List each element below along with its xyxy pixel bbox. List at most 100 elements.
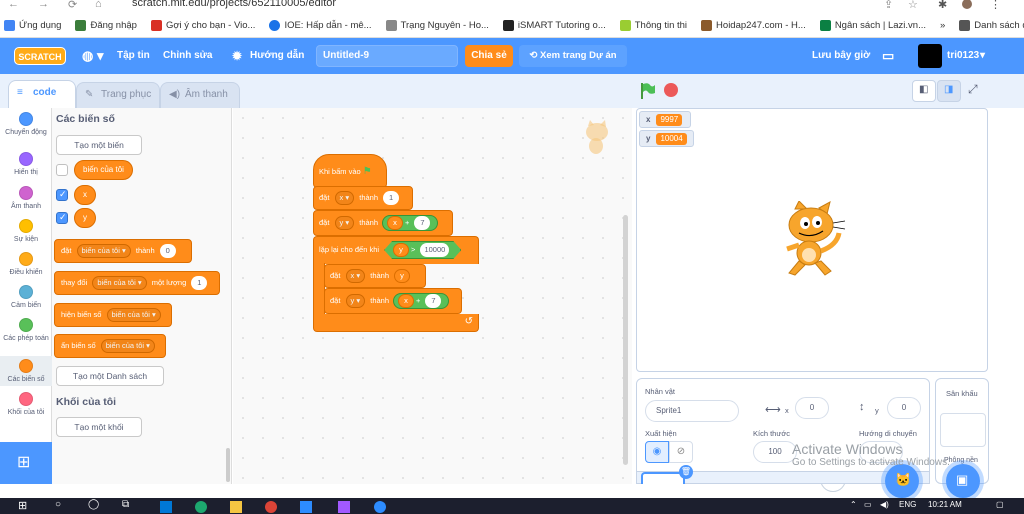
browser-address-bar[interactable]: ← → ⟳ ⌂ scratch.mit.edu/projects/6521100… — [0, 0, 1024, 13]
delete-sprite-icon[interactable]: 🗑 — [679, 465, 693, 479]
set-x-value[interactable]: 1 — [383, 191, 400, 205]
clock[interactable]: 10:21 AM — [928, 500, 962, 509]
network-icon[interactable]: ▭ — [864, 500, 872, 509]
file-explorer-icon[interactable] — [230, 501, 242, 513]
limit-value[interactable]: 10000 — [420, 243, 449, 257]
script-area[interactable]: Khi bấm vào ⚑ đặt x ▾ thành 1 đặt y ▾ th… — [233, 108, 846, 492]
repeat-until-block[interactable]: lặp lại cho đến khi y > 10000 — [313, 236, 479, 264]
star-icon[interactable]: ☆ — [908, 0, 918, 11]
bookmarks-overflow[interactable]: » — [940, 20, 945, 31]
when-flag-clicked-block[interactable]: Khi bấm vào ⚑ — [313, 154, 387, 188]
tab-sounds[interactable]: ◀) Âm thanh — [160, 82, 240, 108]
bookmark-trang-nguyen[interactable]: Trạng Nguyên - Ho... — [385, 19, 489, 31]
home-icon[interactable]: ⌂ — [95, 0, 102, 10]
reload-icon[interactable]: ⟳ — [68, 0, 77, 11]
show-variable-block[interactable]: hiện biến số biến của tôi ▾ — [54, 303, 172, 327]
set-value-input[interactable]: 0 — [159, 244, 176, 258]
cat-sprite[interactable] — [775, 201, 851, 281]
variable-dropdown[interactable]: biến của tôi ▾ — [100, 339, 155, 353]
variable-dropdown[interactable]: biến của tôi ▾ — [92, 276, 147, 290]
store-icon[interactable] — [160, 501, 172, 513]
notifications-icon[interactable]: ▢ — [996, 500, 1004, 509]
see-project-page-button[interactable]: ⟲ Xem trang Dự án — [519, 45, 627, 67]
task-view-icon[interactable]: ⧉ — [122, 499, 129, 510]
inner-set-y-block[interactable]: đặt y ▾ thành x + 7 — [324, 288, 462, 314]
category-sound[interactable]: Âm thanh — [0, 186, 52, 211]
y-reporter[interactable]: y — [393, 243, 409, 257]
language-globe-icon[interactable]: ◍ ▾ — [82, 38, 103, 74]
x-variable-checkbox[interactable] — [56, 189, 68, 201]
monitor-x[interactable]: x 9997 — [639, 111, 691, 128]
profile-avatar[interactable] — [962, 0, 972, 9]
bookmark-reading-list[interactable]: Danh sách đọc — [959, 19, 1024, 31]
set-x-block[interactable]: đặt x ▾ thành 1 — [313, 186, 413, 210]
tray-chevron-icon[interactable]: ⌃ — [850, 500, 857, 509]
share-page-icon[interactable]: ⇪ — [884, 0, 893, 11]
fullscreen-icon[interactable]: ⤢ — [968, 82, 978, 97]
x-variable-reporter[interactable]: x — [74, 185, 96, 205]
extensions-icon[interactable]: ✱ — [938, 0, 947, 11]
category-motion[interactable]: Chuyển động — [0, 112, 52, 137]
add-value[interactable]: 7 — [425, 294, 442, 308]
add-value[interactable]: 7 — [414, 216, 431, 230]
url-text[interactable]: scratch.mit.edu/projects/652110005/edito… — [132, 0, 336, 9]
zoom-app-icon[interactable] — [300, 501, 312, 513]
y-reporter[interactable]: y — [394, 269, 410, 283]
script-scrollbar[interactable] — [623, 215, 628, 465]
windows-start-icon[interactable]: ⊞ — [18, 499, 27, 512]
choose-backdrop-button[interactable]: ▣ — [946, 464, 980, 498]
sprite-name-input[interactable]: Sprite1 — [645, 400, 739, 422]
stage-canvas[interactable] — [636, 108, 988, 372]
choose-sprite-button[interactable]: 🐱 — [885, 464, 919, 498]
language-indicator[interactable]: ENG — [899, 500, 916, 509]
category-my-blocks[interactable]: Khối của tôi — [0, 392, 52, 417]
size-input[interactable]: 100 — [753, 441, 797, 463]
search-icon[interactable]: ○ — [55, 499, 61, 510]
save-now-button[interactable]: Lưu bây giờ — [812, 38, 870, 74]
set-y-block[interactable]: đặt y ▾ thành x + 7 — [313, 210, 453, 236]
normal-stage-button[interactable]: ◨ — [937, 80, 961, 102]
project-title-input[interactable]: Untitled-9 — [316, 45, 458, 67]
category-events[interactable]: Sự kiện — [0, 219, 52, 244]
folder-icon[interactable]: ▭ — [882, 38, 894, 74]
stop-icon[interactable] — [664, 83, 678, 97]
bookmark-apps[interactable]: Ứng dụng — [4, 19, 61, 31]
edit-menu[interactable]: Chỉnh sửa — [163, 38, 212, 74]
y-variable-checkbox[interactable] — [56, 212, 68, 224]
username-menu[interactable]: tri0123 — [947, 38, 979, 74]
bookmark-lazi[interactable]: Ngân sách | Lazi.vn... — [819, 19, 926, 31]
app-icon[interactable] — [338, 501, 350, 513]
variable-dropdown[interactable]: y ▾ — [334, 216, 355, 230]
category-looks[interactable]: Hiển thị — [0, 152, 52, 177]
bookmark-hoidap247[interactable]: Hoidap247.com - H... — [701, 19, 806, 31]
bookmark-login[interactable]: Đăng nhập — [75, 19, 137, 31]
add-extension-button[interactable]: ⊞ — [0, 442, 52, 484]
my-variable-checkbox[interactable] — [56, 164, 68, 176]
add-operator[interactable]: x + 7 — [382, 215, 439, 231]
my-variable-reporter[interactable]: biến của tôi — [74, 160, 133, 180]
x-reporter[interactable]: x — [387, 216, 403, 230]
greater-than-operator[interactable]: y > 10000 — [384, 241, 461, 259]
volume-icon[interactable]: ◀) — [880, 500, 889, 509]
user-avatar[interactable] — [918, 44, 942, 68]
hide-variable-block[interactable]: ẩn biến số biến của tôi ▾ — [54, 334, 166, 358]
variable-dropdown[interactable]: biến của tôi ▾ — [106, 308, 161, 322]
x-reporter[interactable]: x — [398, 294, 414, 308]
make-list-button[interactable]: Tạo một Danh sách — [56, 366, 164, 386]
bookmark-vio[interactable]: Gợi ý cho bạn - Vio... — [150, 19, 255, 31]
variable-dropdown[interactable]: x ▾ — [345, 269, 366, 283]
chrome-icon[interactable] — [265, 501, 277, 513]
x-position-input[interactable]: 0 — [795, 397, 829, 419]
variable-dropdown[interactable]: y ▾ — [345, 294, 366, 308]
change-variable-block[interactable]: thay đổi biến của tôi ▾ một lượng 1 — [54, 271, 220, 295]
forward-icon[interactable]: → — [38, 0, 49, 10]
chevron-down-icon[interactable]: ▾ — [980, 38, 985, 74]
category-sensing[interactable]: Cảm biến — [0, 285, 52, 310]
edge-icon[interactable] — [195, 501, 207, 513]
make-variable-button[interactable]: Tạo một biến — [56, 135, 142, 155]
share-button[interactable]: Chia sẻ — [465, 45, 513, 67]
hide-sprite-button[interactable]: ⊘ — [669, 441, 693, 463]
tutorials-menu[interactable]: Hướng dẫn — [250, 38, 304, 74]
variable-dropdown[interactable]: x ▾ — [334, 191, 355, 205]
monitor-y[interactable]: y 10004 — [639, 130, 694, 147]
